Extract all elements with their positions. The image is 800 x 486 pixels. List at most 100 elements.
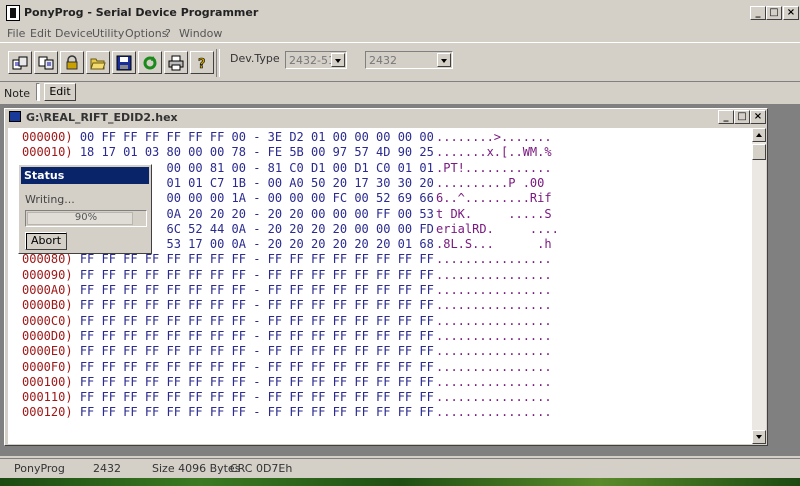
hex-ascii: ................ bbox=[436, 298, 552, 313]
hex-bytes: 00 FF FF FF FF FF FF 00 - 3E D2 01 00 00… bbox=[79, 130, 434, 144]
child-close-button[interactable]: × bbox=[750, 110, 766, 124]
save-device-button[interactable] bbox=[34, 51, 58, 74]
open-device-button[interactable] bbox=[8, 51, 32, 74]
open-device-icon bbox=[12, 56, 28, 70]
open-folder-icon bbox=[90, 58, 106, 70]
child-window-title: G:\REAL_RIFT_EDID2.hex bbox=[26, 111, 178, 124]
hex-address: 000010) bbox=[22, 145, 73, 160]
svg-text:?: ? bbox=[198, 57, 206, 71]
chevron-down-icon[interactable] bbox=[331, 53, 345, 67]
hex-bytes: FF FF FF FF FF FF FF FF - FF FF FF FF FF… bbox=[79, 252, 434, 267]
document-icon bbox=[9, 111, 21, 122]
hex-row: 000100) FF FF FF FF FF FF FF FF - FF FF … bbox=[22, 374, 552, 390]
hex-ascii: .PT!............ bbox=[436, 160, 552, 175]
hex-address: 000120) bbox=[22, 405, 73, 420]
maximize-button[interactable]: □ bbox=[766, 6, 782, 20]
abort-button[interactable]: Abort bbox=[25, 232, 67, 250]
status-bar: PonyProg 2432 Size 4096 Bytes CRC 0D7Eh bbox=[0, 458, 800, 479]
hex-bytes: 18 17 01 03 80 00 00 78 - FE 5B 00 97 57… bbox=[79, 145, 434, 160]
status-crc: CRC 0D7Eh bbox=[230, 462, 293, 475]
menu-bar: File Edit Device Utility Options ? Windo… bbox=[0, 26, 800, 42]
hex-ascii: ................ bbox=[436, 390, 552, 405]
hex-row: 0000C0) FF FF FF FF FF FF FF FF - FF FF … bbox=[22, 313, 552, 329]
hex-ascii: ................ bbox=[436, 359, 552, 374]
open-file-button[interactable] bbox=[86, 51, 110, 74]
chevron-up-icon bbox=[756, 133, 762, 137]
note-label: Note bbox=[4, 87, 31, 100]
hex-bytes: FF FF FF FF FF FF FF FF - FF FF FF FF FF… bbox=[79, 328, 434, 343]
hex-row: 000080) FF FF FF FF FF FF FF FF - FF FF … bbox=[22, 252, 552, 267]
print-icon bbox=[168, 55, 184, 71]
status-app-name: PonyProg bbox=[14, 462, 65, 475]
menu-edit[interactable]: Edit bbox=[30, 27, 51, 40]
hex-ascii: ................ bbox=[436, 267, 552, 282]
desktop-background bbox=[0, 478, 800, 486]
hex-row: 000090) FF FF FF FF FF FF FF FF - FF FF … bbox=[22, 267, 552, 283]
status-dialog: Status Writing... 90% Abort bbox=[18, 164, 152, 254]
save-file-button[interactable] bbox=[112, 51, 136, 74]
progress-text: 90% bbox=[74, 212, 98, 223]
hex-bytes: FF FF FF FF FF FF FF FF - FF FF FF FF FF… bbox=[79, 390, 434, 405]
menu-file[interactable]: File bbox=[7, 27, 25, 40]
hex-address: 000090) bbox=[22, 267, 73, 282]
chevron-down-icon bbox=[756, 435, 762, 439]
hex-bytes: FF FF FF FF FF FF FF FF - FF FF FF FF FF… bbox=[79, 359, 434, 374]
hex-bytes: FF FF FF FF FF FF FF FF - FF FF FF FF FF… bbox=[79, 374, 434, 389]
devtype-label: Dev.Type bbox=[230, 52, 280, 65]
lock-button[interactable] bbox=[60, 51, 84, 74]
hex-address: 0000C0) bbox=[22, 313, 73, 328]
scroll-up-button[interactable] bbox=[752, 128, 766, 142]
hex-ascii: ................ bbox=[436, 374, 552, 389]
hex-address: 000110) bbox=[22, 390, 73, 405]
app-icon bbox=[6, 5, 20, 21]
hex-address: 0000B0) bbox=[22, 298, 73, 313]
hex-address: 000000) bbox=[22, 130, 73, 144]
hex-address: 000080) bbox=[22, 252, 73, 267]
reload-button[interactable] bbox=[138, 51, 162, 74]
hex-bytes: FF FF FF FF FF FF FF FF - FF FF FF FF FF… bbox=[79, 283, 434, 297]
status-device: 2432 bbox=[93, 462, 121, 475]
hex-ascii: ................ bbox=[436, 328, 552, 343]
child-minimize-button[interactable]: _ bbox=[718, 110, 734, 124]
hex-row: 000000) 00 FF FF FF FF FF FF 00 - 3E D2 … bbox=[22, 130, 552, 145]
hex-ascii: 6..^.........Rif bbox=[436, 191, 552, 206]
minimize-button[interactable]: _ bbox=[750, 6, 766, 20]
chevron-down-icon[interactable] bbox=[437, 53, 451, 67]
help-icon: ? bbox=[198, 57, 206, 71]
menu-options[interactable]: Options bbox=[125, 27, 167, 40]
device-family-select[interactable]: 2432-512 bbox=[285, 51, 347, 69]
reload-icon bbox=[143, 56, 157, 70]
scroll-thumb[interactable] bbox=[752, 144, 766, 160]
status-message: Writing... bbox=[25, 193, 75, 206]
hex-row: 000110) FF FF FF FF FF FF FF FF - FF FF … bbox=[22, 390, 552, 405]
hex-address: 000100) bbox=[22, 374, 73, 389]
window-title: PonyProg - Serial Device Programmer bbox=[24, 6, 259, 19]
hex-ascii: ................ bbox=[436, 283, 552, 297]
menu-help[interactable]: ? bbox=[165, 27, 171, 40]
edit-note-button[interactable]: Edit bbox=[44, 83, 76, 101]
note-field[interactable] bbox=[36, 83, 40, 101]
device-type-value: 2432 bbox=[369, 54, 397, 67]
hex-bytes: FF FF FF FF FF FF FF FF - FF FF FF FF FF… bbox=[79, 344, 434, 359]
hex-row: 0000F0) FF FF FF FF FF FF FF FF - FF FF … bbox=[22, 359, 552, 375]
hex-ascii: .8L.S... .h bbox=[436, 237, 552, 252]
vertical-scrollbar[interactable] bbox=[752, 128, 766, 444]
hex-ascii: ................ bbox=[436, 252, 552, 267]
scroll-down-button[interactable] bbox=[752, 430, 766, 444]
lock-icon bbox=[66, 55, 78, 70]
hex-row: 000010) 18 17 01 03 80 00 00 78 - FE 5B … bbox=[22, 145, 552, 160]
save-disk-icon bbox=[116, 55, 132, 71]
help-button[interactable]: ? bbox=[190, 51, 214, 74]
hex-ascii: ..........P .00 bbox=[436, 175, 545, 190]
hex-address: 0000F0) bbox=[22, 359, 73, 374]
toolbar-separator bbox=[216, 49, 220, 77]
menu-utility[interactable]: Utility bbox=[92, 27, 124, 40]
menu-device[interactable]: Device bbox=[55, 27, 93, 40]
child-maximize-button[interactable]: □ bbox=[734, 110, 750, 124]
menu-window[interactable]: Window bbox=[179, 27, 222, 40]
hex-ascii: .......x.[..WM.% bbox=[436, 145, 552, 160]
device-type-select[interactable]: 2432 bbox=[365, 51, 453, 69]
print-button[interactable] bbox=[164, 51, 188, 74]
hex-row: 0000B0) FF FF FF FF FF FF FF FF - FF FF … bbox=[22, 298, 552, 313]
close-button[interactable]: × bbox=[783, 6, 799, 20]
